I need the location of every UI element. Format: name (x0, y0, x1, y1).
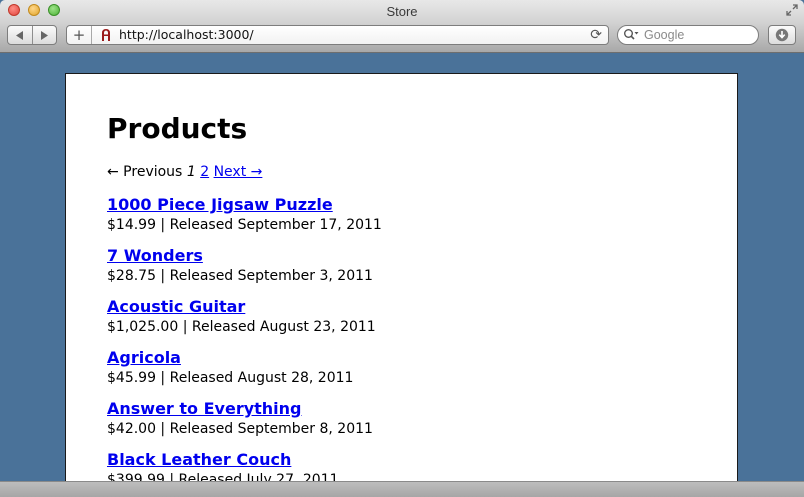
previous-page-label: ← Previous (107, 164, 183, 180)
forward-button[interactable] (31, 26, 57, 44)
product-item: 7 Wonders $28.75 | Released September 3,… (107, 246, 707, 297)
url-text: http://localhost:3000/ (119, 27, 254, 42)
add-bookmark-button[interactable]: + (67, 26, 92, 44)
rails-favicon-icon (102, 29, 110, 41)
product-price-release: $28.75 | Released September 3, 2011 (107, 268, 373, 284)
history-nav-group (7, 25, 57, 45)
window-bottom-bar (0, 481, 804, 497)
product-item: Acoustic Guitar $1,025.00 | Released Aug… (107, 297, 707, 348)
current-page: 1 (186, 164, 196, 180)
page-title: Products (107, 112, 248, 145)
back-icon (15, 30, 23, 40)
page-2-link[interactable]: 2 (200, 164, 209, 180)
product-price-release: $1,025.00 | Released August 23, 2011 (107, 319, 376, 335)
product-price-release: $42.00 | Released September 8, 2011 (107, 421, 373, 437)
forward-icon (41, 30, 49, 40)
product-list: 1000 Piece Jigsaw Puzzle $14.99 | Releas… (107, 195, 707, 492)
product-link[interactable]: 1000 Piece Jigsaw Puzzle (107, 195, 707, 215)
window-titlebar: Store (0, 0, 804, 22)
product-link[interactable]: Agricola (107, 348, 707, 368)
download-icon (775, 28, 789, 42)
browser-toolbar: + http://localhost:3000/ ⟳ Google (0, 22, 804, 53)
product-link[interactable]: 7 Wonders (107, 246, 707, 266)
product-price-release: $45.99 | Released August 28, 2011 (107, 370, 354, 386)
pagination: ← Previous 1 2 Next → (107, 164, 262, 180)
fullscreen-icon[interactable] (786, 4, 798, 16)
next-page-link[interactable]: Next → (214, 164, 263, 180)
product-item: Answer to Everything $42.00 | Released S… (107, 399, 707, 450)
page-content: Products ← Previous 1 2 Next → 1000 Piec… (65, 73, 738, 493)
product-link[interactable]: Black Leather Couch (107, 450, 707, 470)
product-item: Agricola $45.99 | Released August 28, 20… (107, 348, 707, 399)
product-link[interactable]: Answer to Everything (107, 399, 707, 419)
search-icon[interactable] (623, 28, 639, 42)
search-field[interactable]: Google (617, 25, 759, 45)
product-price-release: $14.99 | Released September 17, 2011 (107, 217, 382, 233)
address-bar[interactable]: + http://localhost:3000/ ⟳ (66, 25, 609, 45)
search-placeholder: Google (644, 28, 685, 42)
window-title: Store (386, 4, 418, 19)
product-link[interactable]: Acoustic Guitar (107, 297, 707, 317)
back-button[interactable] (8, 26, 32, 44)
product-item: 1000 Piece Jigsaw Puzzle $14.99 | Releas… (107, 195, 707, 246)
reload-icon[interactable]: ⟳ (590, 27, 602, 43)
downloads-button[interactable] (768, 25, 796, 45)
